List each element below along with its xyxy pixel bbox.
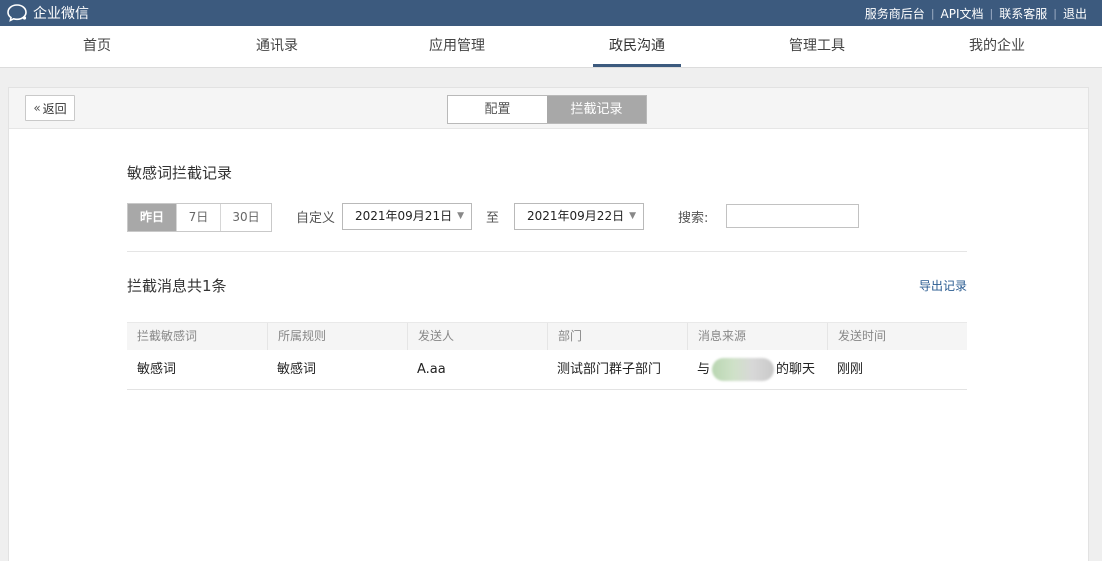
col-sender: 发送人 [407, 323, 547, 350]
date-range-selector: 昨日 7日 30日 [127, 203, 272, 232]
back-button[interactable]: « 返回 [25, 95, 75, 121]
records-table: 拦截敏感词 所属规则 发送人 部门 消息来源 发送时间 敏感词 敏感词 A.aa… [127, 322, 967, 390]
search-input[interactable] [726, 204, 859, 228]
source-prefix: 与 [697, 362, 711, 377]
start-date-value: 2021年09月21日 [355, 209, 453, 223]
custom-label: 自定义 [296, 211, 336, 226]
cell-sensitive-word: 敏感词 [137, 362, 177, 377]
panel-header: « 返回 配置 拦截记录 [9, 88, 1088, 129]
export-records-link[interactable]: 导出记录 [919, 277, 967, 294]
cell-department: 测试部门群子部门 [557, 362, 662, 377]
separator: | [930, 6, 935, 20]
search-label: 搜索: [678, 211, 709, 226]
col-department: 部门 [547, 323, 687, 350]
tab-intercept-records[interactable]: 拦截记录 [547, 96, 646, 123]
to-label: 至 [486, 211, 500, 226]
contact-support-link[interactable]: 联系客服 [999, 5, 1047, 22]
cell-sender: A.aa [417, 362, 446, 377]
double-chevron-left-icon: « [33, 101, 41, 115]
range-yesterday[interactable]: 昨日 [128, 204, 176, 231]
result-count-title: 拦截消息共1条 [127, 277, 227, 295]
section-title: 敏感词拦截记录 [127, 164, 233, 182]
range-7-days[interactable]: 7日 [176, 204, 220, 231]
tab-config[interactable]: 配置 [448, 96, 547, 123]
source-suffix: 的聊天 [776, 362, 816, 377]
col-send-time: 发送时间 [827, 323, 967, 350]
divider [127, 251, 967, 252]
col-rule: 所属规则 [267, 323, 407, 350]
col-message-source: 消息来源 [687, 323, 827, 350]
dropdown-arrow-icon: ▼ [457, 211, 464, 221]
separator: | [1053, 6, 1057, 20]
start-date-select[interactable]: 2021年09月21日 ▼ [342, 203, 472, 230]
main-nav: 首页 通讯录 应用管理 政民沟通 管理工具 我的企业 [0, 26, 1102, 68]
logo-text: 企业微信 [33, 6, 89, 22]
back-label: 返回 [42, 101, 67, 116]
cell-send-time: 刚刚 [837, 362, 864, 377]
service-provider-link[interactable]: 服务商后台 [865, 5, 925, 22]
col-sensitive-word: 拦截敏感词 [137, 329, 198, 343]
api-docs-link[interactable]: API文档 [941, 5, 984, 22]
nav-contacts[interactable]: 通讯录 [187, 26, 367, 67]
separator: | [989, 6, 994, 20]
nav-app-management[interactable]: 应用管理 [367, 26, 547, 67]
cell-message-source: 与 的聊天 [687, 350, 827, 389]
range-30-days[interactable]: 30日 [220, 204, 271, 231]
nav-my-enterprise[interactable]: 我的企业 [907, 26, 1087, 67]
table-header: 拦截敏感词 所属规则 发送人 部门 消息来源 发送时间 [127, 322, 967, 350]
end-date-select[interactable]: 2021年09月22日 ▼ [514, 203, 644, 230]
end-date-value: 2021年09月22日 [527, 209, 625, 223]
top-links: 服务商后台 | API文档 | 联系客服 | 退出 [865, 0, 1087, 26]
top-bar: 企业微信 服务商后台 | API文档 | 联系客服 | 退出 [0, 0, 1102, 26]
wecom-logo-icon [7, 3, 29, 23]
nav-gov-communication[interactable]: 政民沟通 [547, 26, 727, 67]
blurred-name-chip [712, 358, 775, 381]
cell-rule: 敏感词 [277, 362, 317, 377]
content-panel: « 返回 配置 拦截记录 敏感词拦截记录 昨日 7日 30日 自定义 2021年… [8, 87, 1089, 561]
table-row: 敏感词 敏感词 A.aa 测试部门群子部门 与 的聊天 刚刚 [127, 350, 967, 390]
nav-home[interactable]: 首页 [7, 26, 187, 67]
dropdown-arrow-icon: ▼ [629, 211, 636, 221]
logout-link[interactable]: 退出 [1063, 5, 1087, 22]
tab-switcher: 配置 拦截记录 [447, 95, 647, 124]
app-logo[interactable]: 企业微信 [7, 2, 89, 24]
nav-management-tools[interactable]: 管理工具 [727, 26, 907, 67]
